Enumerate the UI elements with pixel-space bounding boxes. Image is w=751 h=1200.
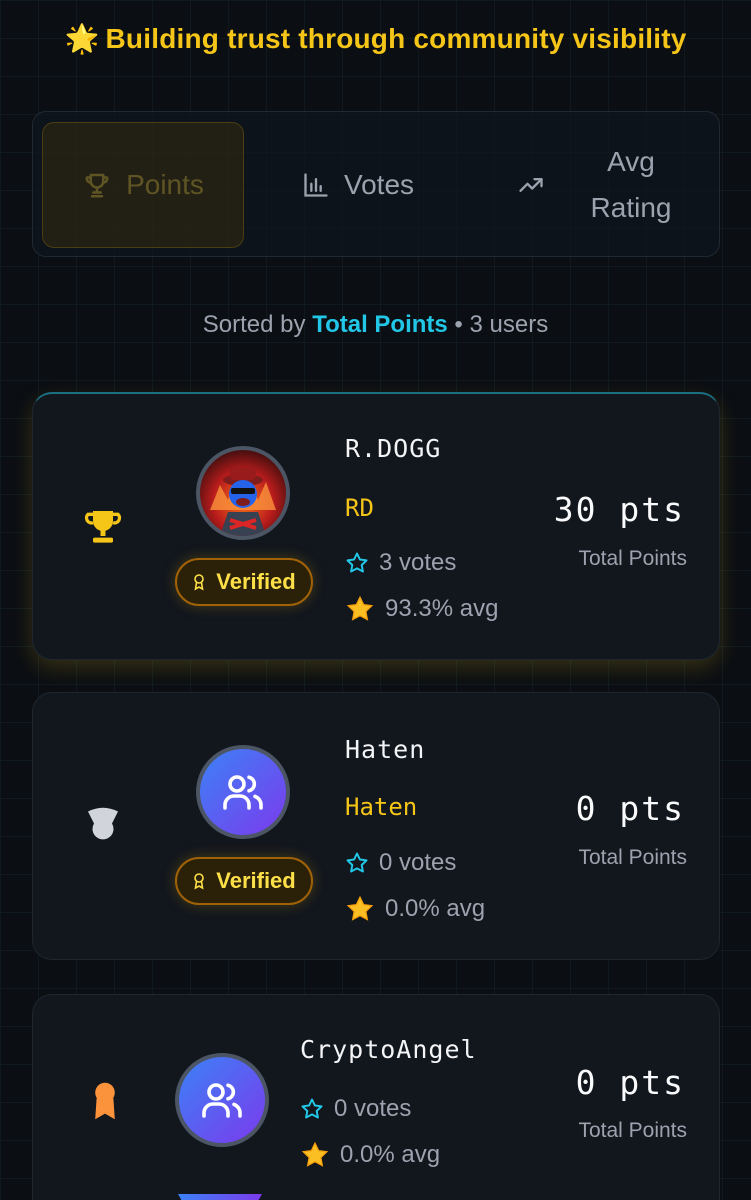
star-filled-icon bbox=[346, 895, 374, 921]
user-handle: Haten bbox=[345, 793, 418, 821]
avg-stat: 0.0% avg bbox=[300, 1140, 440, 1170]
user-handle: RD bbox=[345, 494, 374, 522]
avatar-image bbox=[210, 468, 276, 536]
tagline: 🌟 Building trust through community visibi… bbox=[0, 22, 751, 55]
points-label: Total Points bbox=[578, 547, 687, 570]
star-outline-icon bbox=[346, 852, 368, 873]
avatar[interactable] bbox=[196, 446, 290, 540]
trending-up-icon bbox=[518, 178, 543, 192]
avg-stat: 93.3% avg bbox=[345, 594, 498, 624]
sort-prefix: Sorted by bbox=[202, 311, 306, 338]
award-icon bbox=[194, 873, 205, 890]
points-value: 0 pts bbox=[575, 1063, 685, 1102]
votes-stat: 0 votes bbox=[345, 849, 456, 877]
username[interactable]: CryptoAngel bbox=[300, 1035, 477, 1064]
tab-avg-label-line2: Rating bbox=[590, 192, 672, 223]
points-label: Total Points bbox=[578, 1119, 687, 1142]
avg-rating: 0.0% avg bbox=[340, 1141, 441, 1168]
username[interactable]: R.DOGG bbox=[345, 434, 441, 463]
star-outline-icon bbox=[346, 552, 368, 573]
votes-stat: 3 votes bbox=[345, 549, 456, 577]
star-outline-icon bbox=[301, 1098, 323, 1119]
star-filled-icon bbox=[301, 1141, 329, 1167]
trophy-icon bbox=[85, 173, 109, 198]
bronze-award-icon bbox=[95, 1082, 115, 1120]
tab-votes[interactable]: Votes bbox=[273, 122, 443, 248]
verified-label: Verified bbox=[216, 868, 296, 893]
avg-rating: 93.3% avg bbox=[385, 595, 499, 622]
star-filled-icon bbox=[346, 595, 374, 621]
points-value: 30 pts bbox=[553, 490, 685, 529]
sort-summary: Sorted by Total Points • 3 users bbox=[0, 311, 751, 339]
sort-key: Total Points bbox=[312, 311, 448, 338]
avatar[interactable] bbox=[196, 745, 290, 839]
tab-avg-label-line1: Avg bbox=[607, 146, 655, 177]
leaderboard-card-3[interactable]: CryptoAngel 0 votes 0.0% avg 0 pts Total… bbox=[32, 994, 720, 1200]
tab-votes-label: Votes bbox=[343, 169, 415, 200]
leaderboard-card-2[interactable]: Verified Haten Haten 0 votes 0.0% avg 0 … bbox=[32, 692, 720, 960]
leaderboard-card-1[interactable]: Verified R.DOGG RD 3 votes 93.3% avg 30 … bbox=[32, 392, 720, 660]
verified-label: Verified bbox=[216, 569, 296, 594]
points-label: Total Points bbox=[578, 846, 687, 869]
tab-points[interactable]: Points bbox=[42, 122, 244, 248]
leaderboard-page: 🌟 Building trust through community visibi… bbox=[0, 0, 751, 1200]
avg-stat: 0.0% avg bbox=[345, 894, 485, 924]
tagline-text: Building trust through community visibil… bbox=[105, 23, 687, 54]
bar-chart-icon bbox=[304, 173, 328, 197]
votes-count: 0 votes bbox=[379, 849, 457, 876]
points-value: 0 pts bbox=[575, 789, 685, 828]
votes-count: 3 votes bbox=[379, 549, 457, 576]
tab-avg-rating[interactable]: Avg Rating bbox=[473, 122, 713, 248]
users-icon bbox=[202, 1083, 242, 1118]
votes-stat: 0 votes bbox=[300, 1095, 411, 1123]
next-card-avatar-peek bbox=[178, 1194, 262, 1200]
avatar[interactable] bbox=[175, 1053, 269, 1147]
gold-trophy-icon bbox=[84, 511, 122, 543]
users-icon bbox=[223, 775, 263, 810]
avg-rating: 0.0% avg bbox=[385, 895, 486, 922]
award-icon bbox=[194, 574, 205, 591]
sparkle-icon: 🌟 bbox=[64, 23, 100, 54]
tab-points-label: Points bbox=[126, 169, 204, 200]
sort-suffix: • 3 users bbox=[454, 311, 549, 338]
votes-count: 0 votes bbox=[334, 1095, 412, 1122]
verified-badge: Verified bbox=[175, 558, 313, 606]
username[interactable]: Haten bbox=[345, 735, 425, 764]
verified-badge: Verified bbox=[175, 857, 313, 905]
silver-medal-icon bbox=[88, 807, 118, 840]
sort-tabs: Points Votes Avg Rating bbox=[32, 111, 720, 257]
